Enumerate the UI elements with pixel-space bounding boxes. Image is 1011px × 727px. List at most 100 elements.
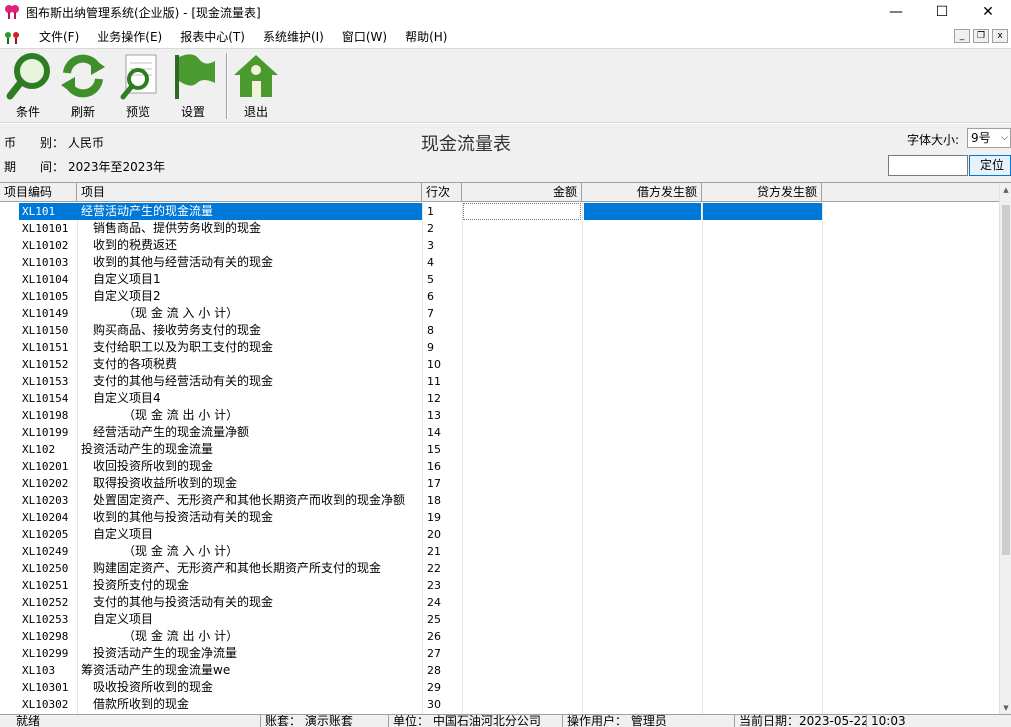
table-row[interactable]: XL10150 购买商品、接收劳务支付的现金 8 bbox=[0, 322, 999, 339]
scroll-up-icon[interactable]: ▲ bbox=[1000, 183, 1011, 197]
cell-item: （现 金 流 入 小 计） bbox=[123, 544, 239, 558]
cell-code: XL10205 bbox=[22, 528, 69, 541]
cell-line-number: 19 bbox=[427, 511, 441, 524]
status-time: 10:03 bbox=[866, 715, 1011, 727]
table-row[interactable]: XL10252 支付的其他与投资活动有关的现金 24 bbox=[0, 594, 999, 611]
font-size-select[interactable]: 9号 ⌵ bbox=[967, 128, 1011, 148]
col-header-credit[interactable]: 贷方发生额 bbox=[702, 183, 822, 202]
table-row[interactable]: XL10299 投资活动产生的现金净流量 27 bbox=[0, 645, 999, 662]
cell-code: XL10104 bbox=[22, 273, 69, 286]
cell-code: XL10198 bbox=[22, 409, 69, 422]
cell-item: 销售商品、提供劳务收到的现金 bbox=[93, 221, 262, 235]
cell-code: XL10252 bbox=[22, 596, 69, 609]
table-row[interactable]: XL10249 （现 金 流 入 小 计） 21 bbox=[0, 543, 999, 560]
cell-line-number: 22 bbox=[427, 562, 441, 575]
cell-code: XL10202 bbox=[22, 477, 69, 490]
locate-button[interactable]: 定位 bbox=[969, 155, 1011, 176]
cell-item: 收到的其他与经营活动有关的现金 bbox=[93, 255, 274, 269]
cell-line-number: 21 bbox=[427, 545, 441, 558]
cell-code: XL10250 bbox=[22, 562, 69, 575]
settings-button[interactable]: 设置 bbox=[167, 51, 219, 121]
home-icon bbox=[234, 55, 278, 97]
table-row[interactable]: XL10154 自定义项目4 12 bbox=[0, 390, 999, 407]
exit-label: 退出 bbox=[243, 105, 268, 119]
cell-line-number: 8 bbox=[427, 324, 434, 337]
table-row[interactable]: XL10251 投资所支付的现金 23 bbox=[0, 577, 999, 594]
table-row[interactable]: XL10152 支付的各项税费 10 bbox=[0, 356, 999, 373]
refresh-label: 刷新 bbox=[70, 105, 95, 119]
table-row[interactable]: XL10205 自定义项目 20 bbox=[0, 526, 999, 543]
menu-business[interactable]: 业务操作(E) bbox=[88, 27, 171, 47]
table-row[interactable]: XL10203 处置固定资产、无形资产和其他长期资产而收到的现金净额 18 bbox=[0, 492, 999, 509]
table-row[interactable]: XL102 投资活动产生的现金流量 15 bbox=[0, 441, 999, 458]
menu-help[interactable]: 帮助(H) bbox=[396, 27, 456, 47]
cell-item: 投资活动产生的现金净流量 bbox=[93, 646, 238, 660]
status-date: 当前日期：2023-05-22 bbox=[734, 715, 866, 727]
mdi-minimize-button[interactable]: _ bbox=[954, 29, 970, 43]
table-row[interactable]: XL103 筹资活动产生的现金流量we 28 bbox=[0, 662, 999, 679]
vertical-scrollbar[interactable]: ▲ ▼ bbox=[999, 183, 1011, 715]
cell-code: XL103 bbox=[22, 664, 56, 677]
table-row[interactable]: XL10298 （现 金 流 出 小 计） 26 bbox=[0, 628, 999, 645]
table-row[interactable]: XL10105 自定义项目2 6 bbox=[0, 288, 999, 305]
mdi-child-icon[interactable] bbox=[4, 29, 20, 45]
focused-cell[interactable] bbox=[463, 203, 581, 220]
table-row[interactable]: XL10250 购建固定资产、无形资产和其他长期资产所支付的现金 22 bbox=[0, 560, 999, 577]
table-row[interactable]: XL10302 借款所收到的现金 30 bbox=[0, 696, 999, 713]
window-title: 图布斯出纳管理系统(企业版) - [现金流量表] bbox=[26, 5, 261, 20]
table-row[interactable]: XL10153 支付的其他与经营活动有关的现金 11 bbox=[0, 373, 999, 390]
table-row[interactable]: XL10101 销售商品、提供劳务收到的现金 2 bbox=[0, 220, 999, 237]
toolbar-separator bbox=[226, 53, 228, 119]
cell-item: （现 金 流 入 小 计） bbox=[123, 306, 239, 320]
cell-code: XL10302 bbox=[22, 698, 69, 711]
cell-code: XL10102 bbox=[22, 239, 69, 252]
cell-item: 支付给职工以及为职工支付的现金 bbox=[93, 340, 274, 354]
menu-file[interactable]: 文件(F) bbox=[30, 27, 88, 47]
cell-code: XL102 bbox=[22, 443, 56, 456]
col-header-amount[interactable]: 金额 bbox=[462, 183, 582, 202]
col-header-item[interactable]: 项目 bbox=[77, 183, 422, 202]
exit-button[interactable]: 退出 bbox=[230, 51, 282, 121]
preview-label: 预览 bbox=[125, 105, 150, 119]
col-header-line[interactable]: 行次 bbox=[422, 183, 462, 202]
maximize-button[interactable]: ☐ bbox=[919, 0, 965, 24]
table-row[interactable]: XL10201 收回投资所收到的现金 16 bbox=[0, 458, 999, 475]
grid-header: 项目编码 项目 行次 金额 借方发生额 贷方发生额 bbox=[0, 183, 999, 202]
cell-item: 自定义项目2 bbox=[93, 289, 161, 303]
scrollbar-thumb[interactable] bbox=[1002, 205, 1010, 555]
minimize-button[interactable]: — bbox=[873, 0, 919, 24]
table-row[interactable]: XL10151 支付给职工以及为职工支付的现金 9 bbox=[0, 339, 999, 356]
table-row[interactable]: XL10102 收到的税费返还 3 bbox=[0, 237, 999, 254]
mdi-close-button[interactable]: x bbox=[992, 29, 1008, 43]
table-row[interactable]: XL10253 自定义项目 25 bbox=[0, 611, 999, 628]
table-row[interactable]: XL10301 吸收投资所收到的现金 29 bbox=[0, 679, 999, 696]
close-button[interactable]: ✕ bbox=[965, 0, 1011, 24]
col-header-code[interactable]: 项目编码 bbox=[0, 183, 77, 202]
locate-input[interactable] bbox=[888, 155, 968, 176]
table-row[interactable]: XL10149 （现 金 流 入 小 计） 7 bbox=[0, 305, 999, 322]
menu-system[interactable]: 系统维护(I) bbox=[254, 27, 333, 47]
cell-line-number: 27 bbox=[427, 647, 441, 660]
mdi-restore-button[interactable]: ❐ bbox=[973, 29, 989, 43]
cell-line-number: 15 bbox=[427, 443, 441, 456]
preview-button[interactable]: 预览 bbox=[112, 51, 164, 121]
cell-line-number: 16 bbox=[427, 460, 441, 473]
cell-code: XL10103 bbox=[22, 256, 69, 269]
condition-label: 条件 bbox=[15, 105, 40, 119]
scroll-down-icon[interactable]: ▼ bbox=[1000, 701, 1011, 715]
col-header-debit[interactable]: 借方发生额 bbox=[582, 183, 702, 202]
table-row[interactable]: XL101 经营活动产生的现金流量 1 bbox=[0, 203, 999, 220]
menu-reports[interactable]: 报表中心(T) bbox=[171, 27, 254, 47]
table-row[interactable]: XL10103 收到的其他与经营活动有关的现金 4 bbox=[0, 254, 999, 271]
table-row[interactable]: XL10198 （现 金 流 出 小 计） 13 bbox=[0, 407, 999, 424]
period-value: 2023年至2023年 bbox=[68, 160, 166, 174]
menu-window[interactable]: 窗口(W) bbox=[333, 27, 396, 47]
table-row[interactable]: XL10204 收到的其他与投资活动有关的现金 19 bbox=[0, 509, 999, 526]
refresh-button[interactable]: 刷新 bbox=[57, 51, 109, 121]
table-row[interactable]: XL10202 取得投资收益所收到的现金 17 bbox=[0, 475, 999, 492]
cell-line-number: 10 bbox=[427, 358, 441, 371]
condition-button[interactable]: 条件 bbox=[2, 51, 54, 121]
table-row[interactable]: XL10104 自定义项目1 5 bbox=[0, 271, 999, 288]
table-row[interactable]: XL10199 经营活动产生的现金流量净额 14 bbox=[0, 424, 999, 441]
status-user: 操作用户： 管理员 bbox=[562, 715, 734, 727]
